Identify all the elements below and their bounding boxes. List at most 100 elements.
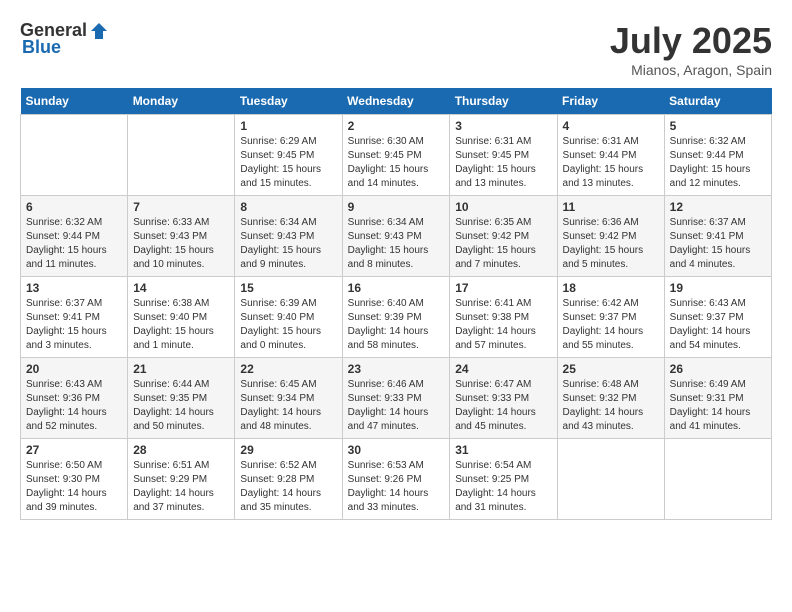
calendar-day-cell: 4Sunrise: 6:31 AMSunset: 9:44 PMDaylight… — [557, 115, 664, 196]
day-number: 7 — [133, 200, 229, 214]
calendar-day-cell: 10 Sunrise: 6:35 AMSunset: 9:42 PMDayligh… — [450, 196, 557, 277]
calendar-day-cell: 28 Sunrise: 6:51 AMSunset: 9:29 PMDayligh… — [128, 439, 235, 520]
day-number: 31 — [455, 443, 551, 457]
day-number: 21 — [133, 362, 229, 376]
calendar-day-cell — [128, 115, 235, 196]
calendar-day-cell: 17Sunrise: 6:41 AMSunset: 9:38 PMDayligh… — [450, 277, 557, 358]
day-info: Sunrise: 6:44 AMSunset: 9:35 PMDaylight:… — [133, 378, 229, 434]
day-info: Sunrise: 6:29 AMSunset: 9:45 PMDaylight:… — [240, 135, 336, 191]
day-info: Sunrise: 6:36 AMSunset: 9:42 PMDaylight:… — [563, 216, 659, 272]
logo: General Blue — [20, 20, 109, 58]
logo-blue-text: Blue — [22, 37, 61, 58]
day-info: Sunrise: 6:54 AMSunset: 9:25 PMDaylight:… — [455, 459, 551, 515]
day-of-week-header: Wednesday — [342, 88, 450, 115]
calendar-day-cell — [664, 439, 771, 520]
day-info: Sunrise: 6:37 AMSunset: 9:41 PMDaylight:… — [26, 297, 122, 353]
day-number: 16 — [348, 281, 445, 295]
day-number: 14 — [133, 281, 229, 295]
calendar-day-cell: 23 Sunrise: 6:46 AMSunset: 9:33 PMDayligh… — [342, 358, 450, 439]
day-number: 8 — [240, 200, 336, 214]
day-number: 24 — [455, 362, 551, 376]
day-number: 17 — [455, 281, 551, 295]
day-number: 25 — [563, 362, 659, 376]
calendar-week-row: 6Sunrise: 6:32 AMSunset: 9:44 PMDaylight… — [21, 196, 772, 277]
calendar-day-cell: 25 Sunrise: 6:48 AMSunset: 9:32 PMDayligh… — [557, 358, 664, 439]
day-number: 29 — [240, 443, 336, 457]
calendar-day-cell: 11 Sunrise: 6:36 AMSunset: 9:42 PMDayligh… — [557, 196, 664, 277]
day-info: Sunrise: 6:39 AMSunset: 9:40 PMDaylight:… — [240, 297, 336, 353]
day-number: 18 — [563, 281, 659, 295]
day-number: 3 — [455, 119, 551, 133]
calendar-day-cell: 9Sunrise: 6:34 AMSunset: 9:43 PMDaylight… — [342, 196, 450, 277]
day-number: 28 — [133, 443, 229, 457]
day-number: 19 — [670, 281, 766, 295]
day-number: 30 — [348, 443, 445, 457]
calendar-day-cell: 20 Sunrise: 6:43 AMSunset: 9:36 PMDayligh… — [21, 358, 128, 439]
calendar-day-cell: 8 Sunrise: 6:34 AMSunset: 9:43 PMDaylight… — [235, 196, 342, 277]
day-number: 26 — [670, 362, 766, 376]
calendar-header-row: SundayMondayTuesdayWednesdayThursdayFrid… — [21, 88, 772, 115]
calendar-day-cell: 12Sunrise: 6:37 AMSunset: 9:41 PMDayligh… — [664, 196, 771, 277]
day-number: 23 — [348, 362, 445, 376]
day-number: 9 — [348, 200, 445, 214]
day-of-week-header: Saturday — [664, 88, 771, 115]
day-info: Sunrise: 6:35 AMSunset: 9:42 PMDaylight:… — [455, 216, 551, 272]
day-info: Sunrise: 6:43 AMSunset: 9:37 PMDaylight:… — [670, 297, 766, 353]
day-number: 27 — [26, 443, 122, 457]
calendar-week-row: 27 Sunrise: 6:50 AMSunset: 9:30 PMDayligh… — [21, 439, 772, 520]
day-info: Sunrise: 6:37 AMSunset: 9:41 PMDaylight:… — [670, 216, 766, 272]
day-of-week-header: Tuesday — [235, 88, 342, 115]
day-info: Sunrise: 6:30 AMSunset: 9:45 PMDaylight:… — [348, 135, 445, 191]
day-number: 4 — [563, 119, 659, 133]
day-info: Sunrise: 6:48 AMSunset: 9:32 PMDaylight:… — [563, 378, 659, 434]
day-number: 10 — [455, 200, 551, 214]
day-info: Sunrise: 6:52 AMSunset: 9:28 PMDaylight:… — [240, 459, 336, 515]
title-block: July 2025 Mianos, Aragon, Spain — [610, 20, 772, 78]
day-number: 13 — [26, 281, 122, 295]
calendar-day-cell — [21, 115, 128, 196]
day-info: Sunrise: 6:46 AMSunset: 9:33 PMDaylight:… — [348, 378, 445, 434]
calendar-day-cell: 14Sunrise: 6:38 AMSunset: 9:40 PMDayligh… — [128, 277, 235, 358]
calendar-week-row: 13 Sunrise: 6:37 AMSunset: 9:41 PMDayligh… — [21, 277, 772, 358]
calendar-day-cell — [557, 439, 664, 520]
day-info: Sunrise: 6:51 AMSunset: 9:29 PMDaylight:… — [133, 459, 229, 515]
calendar-day-cell: 21 Sunrise: 6:44 AMSunset: 9:35 PMDayligh… — [128, 358, 235, 439]
month-title: July 2025 — [610, 20, 772, 62]
day-info: Sunrise: 6:32 AMSunset: 9:44 PMDaylight:… — [26, 216, 122, 272]
calendar-day-cell: 29 Sunrise: 6:52 AMSunset: 9:28 PMDayligh… — [235, 439, 342, 520]
day-info: Sunrise: 6:45 AMSunset: 9:34 PMDaylight:… — [240, 378, 336, 434]
day-info: Sunrise: 6:33 AMSunset: 9:43 PMDaylight:… — [133, 216, 229, 272]
calendar-day-cell: 5Sunrise: 6:32 AMSunset: 9:44 PMDaylight… — [664, 115, 771, 196]
day-info: Sunrise: 6:53 AMSunset: 9:26 PMDaylight:… — [348, 459, 445, 515]
day-number: 20 — [26, 362, 122, 376]
calendar-day-cell: 31 Sunrise: 6:54 AMSunset: 9:25 PMDayligh… — [450, 439, 557, 520]
day-info: Sunrise: 6:34 AMSunset: 9:43 PMDaylight:… — [240, 216, 336, 272]
calendar-day-cell: 7 Sunrise: 6:33 AMSunset: 9:43 PMDaylight… — [128, 196, 235, 277]
calendar-day-cell: 2Sunrise: 6:30 AMSunset: 9:45 PMDaylight… — [342, 115, 450, 196]
calendar-day-cell: 16Sunrise: 6:40 AMSunset: 9:39 PMDayligh… — [342, 277, 450, 358]
day-info: Sunrise: 6:47 AMSunset: 9:33 PMDaylight:… — [455, 378, 551, 434]
page-header: General Blue July 2025 Mianos, Aragon, S… — [20, 20, 772, 78]
day-of-week-header: Thursday — [450, 88, 557, 115]
day-number: 11 — [563, 200, 659, 214]
calendar-day-cell: 24 Sunrise: 6:47 AMSunset: 9:33 PMDayligh… — [450, 358, 557, 439]
calendar-day-cell: 30 Sunrise: 6:53 AMSunset: 9:26 PMDayligh… — [342, 439, 450, 520]
day-info: Sunrise: 6:43 AMSunset: 9:36 PMDaylight:… — [26, 378, 122, 434]
day-number: 22 — [240, 362, 336, 376]
calendar-day-cell: 22 Sunrise: 6:45 AMSunset: 9:34 PMDayligh… — [235, 358, 342, 439]
location: Mianos, Aragon, Spain — [610, 62, 772, 78]
calendar-week-row: 20 Sunrise: 6:43 AMSunset: 9:36 PMDayligh… — [21, 358, 772, 439]
logo-icon — [89, 21, 109, 41]
calendar-day-cell: 1Sunrise: 6:29 AMSunset: 9:45 PMDaylight… — [235, 115, 342, 196]
day-info: Sunrise: 6:50 AMSunset: 9:30 PMDaylight:… — [26, 459, 122, 515]
calendar-day-cell: 6Sunrise: 6:32 AMSunset: 9:44 PMDaylight… — [21, 196, 128, 277]
day-number: 5 — [670, 119, 766, 133]
calendar-day-cell: 13 Sunrise: 6:37 AMSunset: 9:41 PMDayligh… — [21, 277, 128, 358]
day-of-week-header: Sunday — [21, 88, 128, 115]
calendar-day-cell: 3Sunrise: 6:31 AMSunset: 9:45 PMDaylight… — [450, 115, 557, 196]
calendar-day-cell: 26 Sunrise: 6:49 AMSunset: 9:31 PMDayligh… — [664, 358, 771, 439]
calendar-week-row: 1Sunrise: 6:29 AMSunset: 9:45 PMDaylight… — [21, 115, 772, 196]
day-info: Sunrise: 6:42 AMSunset: 9:37 PMDaylight:… — [563, 297, 659, 353]
day-info: Sunrise: 6:49 AMSunset: 9:31 PMDaylight:… — [670, 378, 766, 434]
day-number: 15 — [240, 281, 336, 295]
